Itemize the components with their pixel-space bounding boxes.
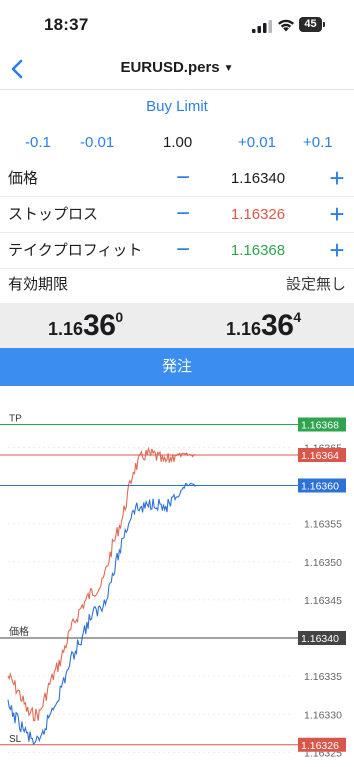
take-profit-label: テイクプロフィット	[8, 242, 143, 259]
take-profit-row: テイクプロフィット − 1.16368 +	[0, 233, 354, 269]
status-bar: 18:37 45	[0, 0, 354, 50]
price-label: 価格	[8, 170, 39, 187]
ask-quote: 1.16364	[226, 309, 302, 342]
price-value[interactable]: 1.16340	[210, 161, 306, 197]
take-profit-decrease-button[interactable]: −	[173, 233, 193, 267]
level-value-label: 1.16368	[301, 420, 339, 432]
stop-loss-increase-button[interactable]: +	[325, 197, 349, 231]
price-increase-button[interactable]: +	[325, 161, 349, 195]
battery-icon: 45	[299, 17, 325, 32]
ask-price-series	[7, 446, 292, 722]
y-tick-label: 1.16345	[304, 595, 342, 607]
level-value-label: 1.16364	[301, 450, 339, 462]
nav-bar: EURUSD.pers ▼	[0, 50, 354, 90]
take-profit-value[interactable]: 1.16368	[210, 233, 306, 269]
dropdown-caret-icon: ▼	[223, 63, 234, 74]
bid-price-series	[7, 482, 292, 746]
tick-chart-svg: 1.163651.163551.163501.163451.163351.163…	[0, 414, 346, 759]
stop-loss-label: ストップロス	[8, 206, 99, 223]
cellular-signal-icon	[252, 20, 272, 33]
y-tick-label: 1.16350	[304, 557, 342, 569]
expiry-row[interactable]: 有効期限 設定無し	[0, 268, 354, 302]
volume-plus-0.1-button[interactable]: +0.1	[303, 125, 333, 161]
stop-loss-decrease-button[interactable]: −	[173, 197, 193, 231]
order-type-selector[interactable]: Buy Limit	[0, 92, 354, 122]
level-value-label: 1.16340	[301, 633, 339, 645]
level-name-label: 価格	[9, 625, 29, 638]
price-decrease-button[interactable]: −	[173, 161, 193, 195]
expiry-value[interactable]: 設定無し	[286, 268, 346, 302]
volume-row: -0.1 -0.01 1.00 +0.01 +0.1	[0, 125, 354, 161]
battery-level: 45	[299, 17, 322, 32]
quote-row: 1.16360 1.16364	[0, 303, 354, 348]
expiry-label: 有効期限	[8, 276, 69, 293]
y-tick-label: 1.16330	[304, 709, 342, 721]
volume-plus-0.01-button[interactable]: +0.01	[238, 125, 276, 161]
volume-minus-0.01-button[interactable]: -0.01	[80, 125, 114, 161]
take-profit-increase-button[interactable]: +	[325, 233, 349, 267]
level-value-label: 1.16326	[301, 740, 339, 752]
status-time: 18:37	[44, 15, 89, 34]
bid-quote: 1.16360	[48, 309, 124, 342]
stop-loss-value[interactable]: 1.16326	[210, 197, 306, 233]
symbol-selector[interactable]: EURUSD.pers ▼	[0, 59, 354, 76]
price-row: 価格 − 1.16340 +	[0, 161, 354, 197]
level-name-label: TP	[9, 414, 22, 425]
y-tick-label: 1.16335	[304, 671, 342, 683]
wifi-icon	[278, 19, 294, 32]
level-name-label: SL	[9, 734, 22, 745]
volume-value[interactable]: 1.00	[163, 125, 192, 161]
place-order-button[interactable]: 発注	[0, 348, 354, 386]
symbol-title: EURUSD.pers	[120, 59, 220, 76]
volume-minus-0.1-button[interactable]: -0.1	[25, 125, 51, 161]
tick-chart[interactable]: 1.163651.163551.163501.163451.163351.163…	[0, 386, 354, 767]
level-value-label: 1.16360	[301, 481, 339, 493]
y-tick-label: 1.16355	[304, 519, 342, 531]
stop-loss-row: ストップロス − 1.16326 +	[0, 197, 354, 233]
